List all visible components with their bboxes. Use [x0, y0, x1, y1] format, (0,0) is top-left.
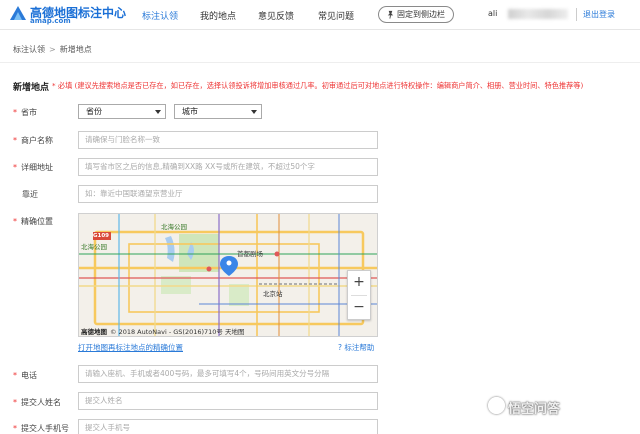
- breadcrumb-parent[interactable]: 标注认领: [13, 45, 45, 54]
- watermark-icon: [488, 397, 505, 414]
- nav-feedback[interactable]: 意见反馈: [258, 9, 294, 22]
- location-label: * 精确位置: [13, 217, 53, 226]
- breadcrumb: 标注认领 > 新增地点: [13, 44, 92, 55]
- map-copyright: 高德地图 © 2018 AutoNavi - GS(2016)710号 天地图: [81, 328, 245, 336]
- nav-faq[interactable]: 常见问题: [318, 9, 354, 22]
- map-label-park: 北海公园: [161, 223, 187, 231]
- form-title: 新增地点: [13, 83, 50, 93]
- logout-link[interactable]: 退出登录: [583, 9, 615, 20]
- breadcrumb-current: 新增地点: [59, 45, 92, 54]
- zoom-out-button[interactable]: −: [348, 296, 370, 320]
- map-label-park-2: 北海公园: [81, 243, 107, 251]
- city-select[interactable]: 城市: [174, 104, 262, 119]
- submitter-input[interactable]: 提交人姓名: [78, 392, 378, 410]
- phone-input[interactable]: 请输入座机、手机或者400号码，最多可填写4个，号码间用英文分号分隔: [78, 365, 378, 383]
- top-header: 高德地图标注中心 amap.com 标注认领 我的地点 意见反馈 常见问题 固定…: [0, 0, 640, 30]
- user-name-blurred: [508, 9, 568, 19]
- breadcrumb-divider: [0, 62, 640, 63]
- open-map-link[interactable]: 打开地图再标注地点的精确位置: [78, 342, 183, 353]
- address-label: * 详细地址: [13, 163, 53, 172]
- user-name[interactable]: ali: [488, 9, 497, 18]
- amap-logo-icon: [10, 6, 26, 20]
- breadcrumb-separator: >: [49, 45, 56, 54]
- map-copyright-logo: 高德地图: [81, 328, 107, 336]
- pin-icon: [387, 10, 394, 19]
- watermark-text: 悟空问答: [508, 402, 561, 417]
- pin-label: 固定到侧边栏: [397, 10, 445, 19]
- nav-my-places[interactable]: 我的地点: [200, 9, 236, 22]
- address-input[interactable]: 填写省市区之后的信息,精确到XX路 XX号或所在建筑，不超过50个字: [78, 158, 378, 176]
- map-canvas[interactable]: [79, 214, 378, 337]
- map-zoom-control: + −: [347, 270, 371, 320]
- province-label: * 省市: [13, 108, 37, 117]
- province-value: 省份: [86, 107, 102, 116]
- map-label-station: 北京站: [263, 290, 283, 298]
- mobile-label: * 提交人手机号: [13, 424, 69, 433]
- chevron-down-icon: [155, 110, 161, 114]
- zoom-in-button[interactable]: +: [348, 271, 370, 295]
- near-label: 靠近: [22, 190, 38, 199]
- name-input[interactable]: 请确保与门脸名称一致: [78, 131, 378, 149]
- logo-domain: amap.com: [30, 17, 71, 25]
- mark-help-link[interactable]: ? 标注帮助: [338, 342, 374, 353]
- near-input[interactable]: 如：靠近中国联通望京营业厅: [78, 185, 378, 203]
- name-label: * 商户名称: [13, 136, 53, 145]
- map-label-theater: 首都剧场: [237, 250, 263, 258]
- province-select[interactable]: 省份: [78, 104, 166, 119]
- phone-label: * 电话: [13, 371, 37, 380]
- chevron-down-icon: [251, 110, 257, 114]
- amap-logo[interactable]: 高德地图标注中心 amap.com: [8, 3, 126, 27]
- mobile-input[interactable]: 提交人手机号: [78, 419, 378, 434]
- nav-claim[interactable]: 标注认领: [142, 9, 178, 22]
- location-map[interactable]: G109 北海公园 首都剧场 北海公园 北京站 + − 高德地图 © 2018 A…: [78, 213, 378, 337]
- form-hint: * 必填 (建议先搜索地点是否已存在，如已存在，选择认领投诉将增加审核通过几率。…: [52, 81, 584, 90]
- submitter-label: * 提交人姓名: [13, 398, 61, 407]
- city-value: 城市: [182, 107, 198, 116]
- map-road-shield: G109: [93, 233, 109, 239]
- header-divider: [576, 8, 577, 21]
- pin-to-sidebar-button[interactable]: 固定到侧边栏: [378, 6, 454, 23]
